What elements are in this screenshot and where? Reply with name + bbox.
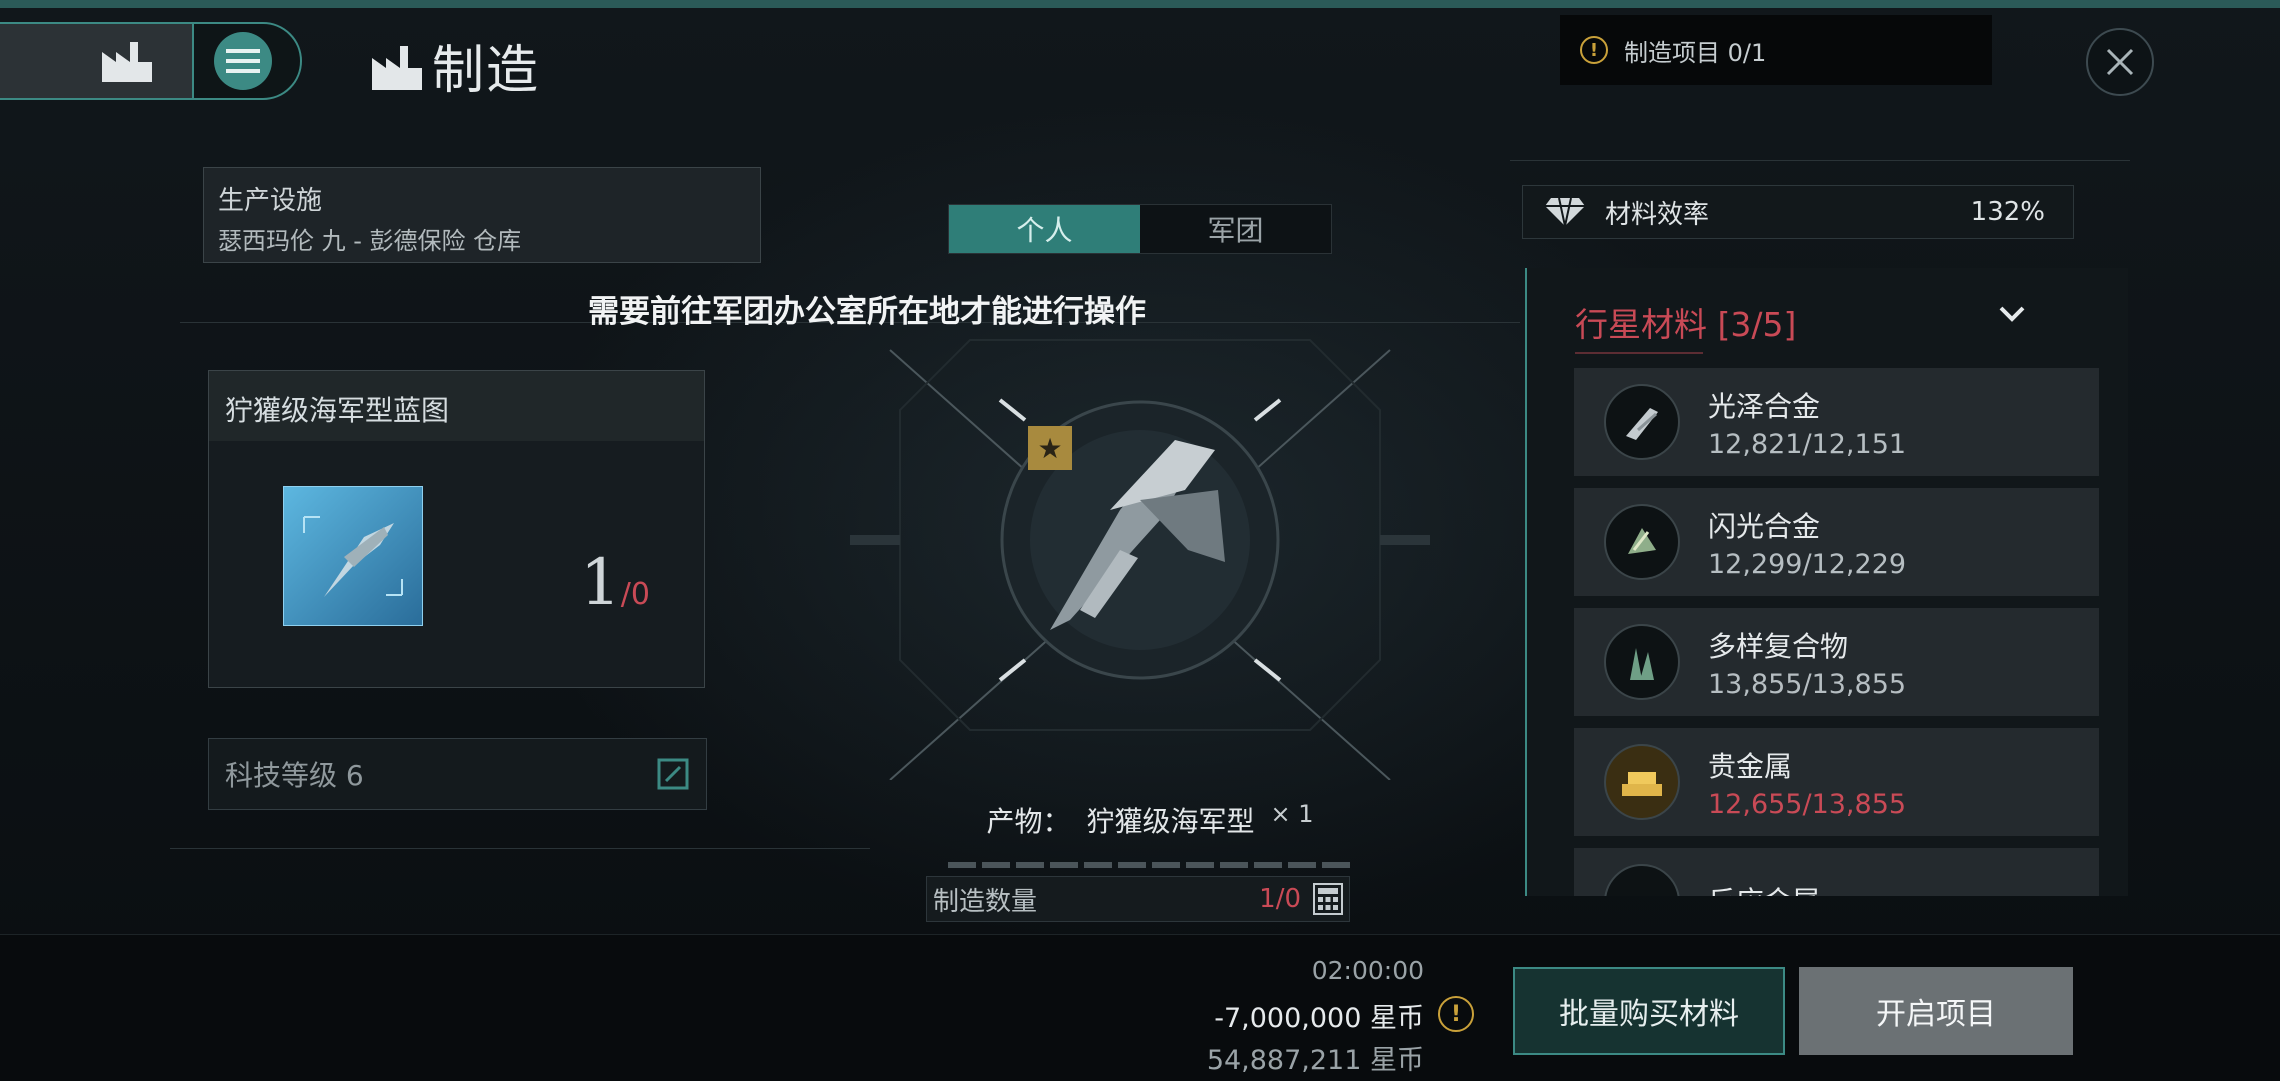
material-efficiency-value: 132% <box>1970 197 2045 227</box>
top-accent-bar <box>0 0 2280 8</box>
gold-bars-icon <box>1604 744 1680 820</box>
material-count: 12,655/13,855 <box>1708 788 1907 820</box>
blueprint-card[interactable]: 狞獾级海军型蓝图 1 /0 <box>208 370 705 688</box>
close-button[interactable] <box>2086 28 2154 96</box>
ownership-tabs: 个人 军团 <box>948 204 1332 254</box>
manufacture-quantity-label: 制造数量 <box>933 886 1038 917</box>
material-count: 12,821/12,151 <box>1708 428 1907 460</box>
product-qty: × 1 <box>1270 800 1314 828</box>
diamond-icon <box>1545 197 1585 227</box>
alloy-icon <box>1604 384 1680 460</box>
material-count: 12,299/12,229 <box>1708 548 1907 580</box>
divider <box>170 848 870 849</box>
page-header: 制造 <box>370 28 540 103</box>
svg-text:★: ★ <box>1037 432 1062 465</box>
tech-level[interactable]: 科技等级 6 <box>208 738 707 810</box>
material-name: 光泽合金 <box>1708 389 1821 423</box>
edit-icon <box>657 758 689 790</box>
project-counter: ! 制造项目 0/1 <box>1560 15 1992 85</box>
alloy-icon <box>1604 504 1680 580</box>
wallet-balance: 54,887,211 星币 <box>1206 1045 1424 1076</box>
manufacture-quantity-value: 1/0 <box>1259 884 1301 914</box>
quantity-ticks <box>948 862 1350 868</box>
product-name: 狞獾级海军型 <box>1086 805 1255 838</box>
material-count: 13,855/13,855 <box>1708 668 1907 700</box>
close-icon <box>2106 48 2134 76</box>
material-name: 闪光合金 <box>1708 509 1821 543</box>
factory-icon <box>372 45 422 90</box>
planetary-materials-panel: 行星材料 [3/5] 光泽合金 12,821/12,151 闪光合金 12,29… <box>1525 268 2128 896</box>
nav-switcher <box>0 22 302 100</box>
nav-factory-tab[interactable] <box>0 24 194 98</box>
build-cost: -7,000,000 星币 <box>1214 1003 1424 1034</box>
facility-location: 瑟西玛伦 九 - 彭德保险 仓库 <box>218 227 522 255</box>
material-name: 多样复合物 <box>1708 629 1849 663</box>
blueprint-have: 1 <box>580 546 621 620</box>
start-project-button[interactable]: 开启项目 <box>1799 967 2073 1055</box>
build-time: 02:00:00 <box>1311 956 1424 985</box>
menu-button[interactable] <box>214 32 272 90</box>
alert-icon: ! <box>1580 36 1608 64</box>
calculator-icon[interactable] <box>1313 883 1343 915</box>
list-item[interactable]: 贵金属 12,655/13,855 <box>1574 728 2099 836</box>
tech-level-label: 科技等级 6 <box>225 759 364 792</box>
material-efficiency: 材料效率 132% <box>1522 185 2074 239</box>
factory-icon <box>102 42 152 82</box>
divider <box>1510 160 2130 161</box>
list-item[interactable]: 反应金属 <box>1574 848 2099 896</box>
blueprint-count: 1 /0 <box>580 546 650 620</box>
list-item[interactable]: 闪光合金 12,299/12,229 <box>1574 488 2099 596</box>
blueprint-title: 狞獾级海军型蓝图 <box>209 371 704 441</box>
material-name: 反应金属 <box>1708 880 1820 896</box>
material-name: 贵金属 <box>1708 749 1793 783</box>
facility-label: 生产设施 <box>218 186 323 216</box>
tab-corp[interactable]: 军团 <box>1140 205 1331 253</box>
alert-icon[interactable]: ! <box>1438 996 1474 1032</box>
metal-icon <box>1604 864 1680 896</box>
materials-list: 光泽合金 12,821/12,151 闪光合金 12,299/12,229 多样… <box>1574 368 2099 896</box>
blueprint-need: /0 <box>620 577 650 612</box>
product-line: 产物： 狞獾级海军型 × 1 <box>940 800 1360 840</box>
manufacture-quantity[interactable]: 制造数量 1/0 <box>926 876 1350 922</box>
divider <box>1575 352 1703 354</box>
ship-icon <box>303 516 403 597</box>
material-efficiency-label: 材料效率 <box>1605 199 1710 230</box>
production-facility[interactable]: 生产设施 瑟西玛伦 九 - 彭德保险 仓库 <box>203 167 761 263</box>
project-counter-text: 制造项目 0/1 <box>1624 38 1767 67</box>
blueprint-thumbnail <box>283 486 423 626</box>
product-label: 产物： <box>986 805 1071 838</box>
materials-title: 行星材料 [3/5] <box>1575 305 1797 344</box>
product-display: ★ <box>850 339 1430 780</box>
list-item[interactable]: 多样复合物 13,855/13,855 <box>1574 608 2099 716</box>
page-title: 制造 <box>432 41 541 101</box>
bulk-buy-materials-button[interactable]: 批量购买材料 <box>1513 967 1785 1055</box>
list-item[interactable]: 光泽合金 12,821/12,151 <box>1574 368 2099 476</box>
tab-personal[interactable]: 个人 <box>949 205 1140 253</box>
list-icon <box>226 49 260 73</box>
chevron-down-icon[interactable] <box>1997 304 2027 324</box>
crystal-icon <box>1604 624 1680 700</box>
